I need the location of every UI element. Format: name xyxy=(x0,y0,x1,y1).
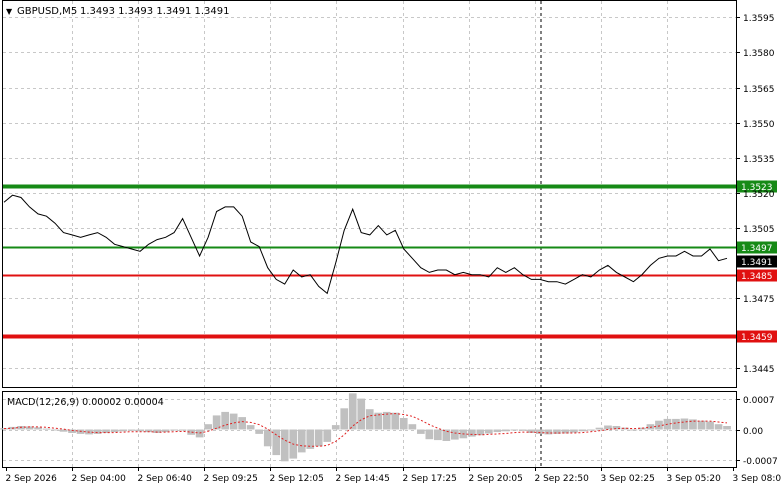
macd-histogram-bar xyxy=(596,428,604,430)
macd-histogram-bar xyxy=(349,393,357,429)
macd-histogram-bar xyxy=(366,409,374,429)
macd-histogram-bar xyxy=(681,419,689,430)
macd-histogram-bar xyxy=(119,430,127,432)
macd-histogram-bar xyxy=(323,430,331,442)
chart-canvas[interactable]: 1.35231.34971.34911.34851.3459 ▼ GBPUSD,… xyxy=(0,0,781,489)
macd-histogram-bar xyxy=(315,430,323,447)
price-axis: 1.3595 1.3580 1.3565 1.3550 1.3535 1.3520 1.35… xyxy=(736,14,775,375)
macd-histogram-bar xyxy=(357,399,365,430)
macd-histogram-bar xyxy=(715,424,723,429)
macd-histogram-bar xyxy=(43,429,51,430)
ohlc-values: 1.3493 1.3493 1.3491 1.3491 xyxy=(80,6,230,17)
macd-tick-label: 0.0007 xyxy=(743,396,775,406)
macd-histogram-bar xyxy=(281,430,289,462)
price-tick-label: 1.3565 xyxy=(743,85,775,95)
chart-header: ▼ GBPUSD,M5 1.3493 1.3493 1.3491 1.3491 xyxy=(6,6,230,17)
macd-histogram-bar xyxy=(494,430,502,433)
macd-histogram-bar xyxy=(136,430,144,432)
price-tick-label: 1.3595 xyxy=(743,14,775,24)
level-label-support_major: 1.3459 xyxy=(741,333,773,343)
macd-histogram-bar xyxy=(672,419,680,430)
time-tick-label: 2 Sep 22:50 xyxy=(535,474,590,484)
macd-histogram-bar xyxy=(417,430,425,434)
macd-histogram-bar xyxy=(545,430,553,435)
price-tick-label: 1.3445 xyxy=(743,365,775,375)
macd-histogram-bar xyxy=(179,430,187,431)
time-tick-label: 2 Sep 14:45 xyxy=(336,474,390,484)
macd-histogram-bar xyxy=(426,430,434,440)
price-tick-label: 1.3535 xyxy=(743,155,775,165)
macd-histogram-bar xyxy=(238,417,246,429)
macd-axis: 0.0007 0.00 -0.0007 xyxy=(736,396,778,467)
macd-histogram-bar xyxy=(587,430,595,431)
macd-histogram-bar xyxy=(655,421,663,430)
time-tick-label: 3 Sep 05:20 xyxy=(667,474,722,484)
macd-histogram-bar xyxy=(579,430,587,432)
macd-histogram-bar xyxy=(706,422,714,430)
macd-histogram-bar xyxy=(409,424,417,429)
time-tick-label: 2 Sep 06:40 xyxy=(138,474,193,484)
macd-histogram-bar xyxy=(332,425,340,429)
time-tick-label: 2 Sep 04:00 xyxy=(72,474,127,484)
macd-histogram-bar xyxy=(723,426,731,430)
symbol-label: GBPUSD,M5 xyxy=(17,6,77,17)
time-axis: 2 Sep 2026 2 Sep 04:00 2 Sep 06:40 2 Sep 09… xyxy=(6,467,781,484)
price-tick-label: 1.3505 xyxy=(743,225,775,235)
macd-histogram-bar xyxy=(613,426,621,430)
time-tick-label: 2 Sep 20:05 xyxy=(469,474,523,484)
time-tick-label: 2 Sep 09:25 xyxy=(204,474,258,484)
price-tick-label: 1.3520 xyxy=(743,190,775,200)
macd-tick-label: -0.0007 xyxy=(743,457,778,467)
macd-histogram-bar xyxy=(264,430,272,447)
price-tick-label: 1.3550 xyxy=(743,120,775,130)
macd-histogram-bar xyxy=(94,430,102,434)
time-tick-label: 3 Sep 02:25 xyxy=(601,474,655,484)
macd-histogram-bar xyxy=(511,430,519,431)
macd-histogram-bar xyxy=(536,430,544,434)
macd-histogram-bar xyxy=(272,430,280,456)
macd-histogram-bar xyxy=(434,430,442,441)
macd-histogram-bar xyxy=(34,427,42,429)
macd-histogram-bar xyxy=(230,414,238,430)
macd-histogram-bar xyxy=(400,418,408,430)
macd-title: MACD(12,26,9) 0.00002 0.00004 xyxy=(7,397,164,408)
price-tick-label: 1.3580 xyxy=(743,49,775,59)
macd-histogram-bar xyxy=(502,430,510,432)
macd-histogram-bar xyxy=(221,412,229,430)
level-label-current: 1.3491 xyxy=(741,258,773,268)
time-tick-label: 2 Sep 17:25 xyxy=(403,474,457,484)
dropdown-triangle-icon[interactable]: ▼ xyxy=(6,7,13,16)
level-label-support_minor: 1.3485 xyxy=(741,272,773,282)
time-tick-label: 3 Sep 08:00 xyxy=(733,474,781,484)
macd-histogram-bar xyxy=(170,430,178,431)
macd-histogram-bar xyxy=(519,430,527,431)
macd-histogram-bar xyxy=(51,430,59,431)
macd-histogram-bar xyxy=(298,430,306,453)
macd-histogram-bar xyxy=(340,408,348,429)
macd-histogram-bar xyxy=(391,413,399,430)
macd-histogram-bar xyxy=(255,430,263,434)
macd-histogram-bar xyxy=(60,430,68,432)
macd-histogram-bar xyxy=(128,430,136,431)
macd-histogram-bar xyxy=(451,430,459,440)
macd-histogram-bar xyxy=(443,430,451,442)
level-label-resistance_minor: 1.3497 xyxy=(741,244,773,254)
macd-tick-label: 0.00 xyxy=(743,427,763,437)
macd-histogram-bar xyxy=(698,421,706,430)
macd-histogram-bar xyxy=(468,430,476,437)
trading-chart[interactable]: 1.35231.34971.34911.34851.3459 ▼ GBPUSD,… xyxy=(0,0,781,489)
macd-histogram-bar xyxy=(630,430,638,431)
time-tick-label: 2 Sep 2026 xyxy=(6,474,58,484)
macd-histogram-bar xyxy=(247,425,255,429)
macd-histogram-bar xyxy=(204,424,212,429)
time-tick-label: 2 Sep 12:05 xyxy=(270,474,324,484)
price-tick-label: 1.3475 xyxy=(743,295,775,305)
macd-histogram-bar xyxy=(111,430,119,433)
macd-histogram-bar xyxy=(570,430,578,433)
macd-histogram-bar xyxy=(485,430,493,434)
